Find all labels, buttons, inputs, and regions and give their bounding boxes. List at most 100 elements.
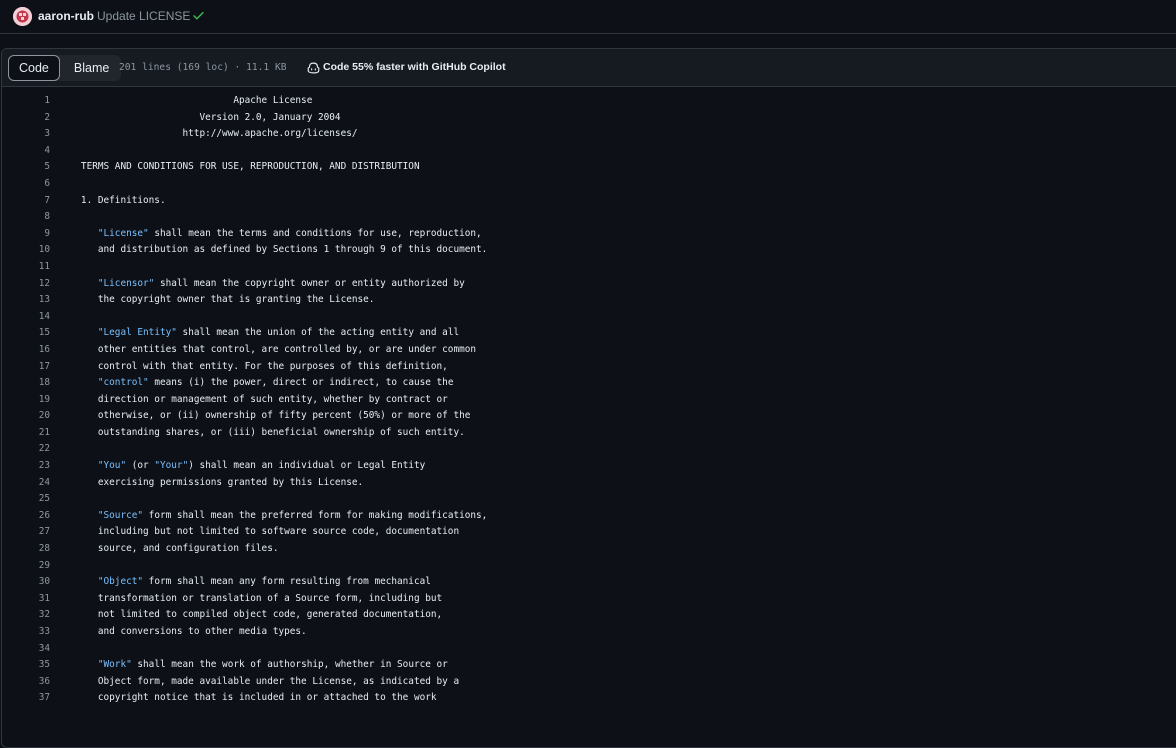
code-line: 33 and conversions to other media types. <box>2 624 1176 641</box>
code-line: 6 <box>2 176 1176 193</box>
line-text: "Work" shall mean the work of authorship… <box>97 659 448 671</box>
line-number[interactable]: 15 <box>2 325 50 342</box>
line-number[interactable]: 20 <box>2 408 50 425</box>
code-line: 20 otherwise, or (ii) ownership of fifty… <box>2 408 1176 425</box>
line-text: other entities that control, are control… <box>64 343 477 355</box>
line-text: Object form, made available under the Li… <box>64 675 460 687</box>
line-number[interactable]: 35 <box>2 657 50 674</box>
line-number[interactable]: 36 <box>2 674 50 691</box>
line-number[interactable]: 14 <box>2 309 50 326</box>
line-text: source, and configuration files. <box>64 543 279 555</box>
line-number[interactable]: 1 <box>2 93 50 110</box>
code-line: 30 "Object" form shall mean any form res… <box>2 574 1176 591</box>
code-line: 11 <box>2 259 1176 276</box>
code-line: 27 including but not limited to software… <box>2 524 1176 541</box>
quoted-term: "Licensor" <box>97 277 155 289</box>
code-line: 35 "Work" shall mean the work of authors… <box>2 657 1176 674</box>
line-number[interactable]: 28 <box>2 541 50 558</box>
code-line: 7 1. Definitions. <box>2 193 1176 210</box>
line-number[interactable]: 8 <box>2 209 50 226</box>
line-number[interactable]: 19 <box>2 392 50 409</box>
code-line: 28 source, and configuration files. <box>2 541 1176 558</box>
code-line: 12 "Licensor" shall mean the copyright o… <box>2 276 1176 293</box>
code-line: 4 <box>2 143 1176 160</box>
code-line: 5 TERMS AND CONDITIONS FOR USE, REPRODUC… <box>2 159 1176 176</box>
quoted-term: "control" <box>97 377 149 389</box>
line-number[interactable]: 25 <box>2 491 50 508</box>
code-line: 2 Version 2.0, January 2004 <box>2 110 1176 127</box>
code-line: 10 and distribution as defined by Sectio… <box>2 242 1176 259</box>
copilot-promo-text: Code 55% faster with GitHub Copilot <box>323 61 506 73</box>
commit-author-link[interactable]: aaron-rub <box>38 9 94 23</box>
line-number[interactable]: 17 <box>2 359 50 376</box>
line-text: TERMS AND CONDITIONS FOR USE, REPRODUCTI… <box>64 161 420 173</box>
author-avatar[interactable] <box>13 7 32 26</box>
code-line: 15 "Legal Entity" shall mean the union o… <box>2 325 1176 342</box>
code-line: 21 outstanding shares, or (iii) benefici… <box>2 425 1176 442</box>
line-number[interactable]: 11 <box>2 259 50 276</box>
line-number[interactable]: 24 <box>2 475 50 492</box>
line-number[interactable]: 18 <box>2 375 50 392</box>
view-mode-toggle: Code Blame <box>8 55 122 81</box>
line-text: "Licensor" shall mean the copyright owne… <box>97 277 465 289</box>
code-line: 34 <box>2 641 1176 658</box>
line-number[interactable]: 33 <box>2 624 50 641</box>
line-number[interactable]: 10 <box>2 242 50 259</box>
line-text: "Legal Entity" shall mean the union of t… <box>97 327 460 339</box>
code-listing: 1 Apache License 2 Version 2.0, January 2… <box>2 87 1176 707</box>
line-number[interactable]: 27 <box>2 524 50 541</box>
line-number[interactable]: 2 <box>2 110 50 127</box>
line-text: "You" (or "Your") shall mean an individu… <box>97 460 426 472</box>
line-number[interactable]: 22 <box>2 441 50 458</box>
line-number[interactable]: 21 <box>2 425 50 442</box>
line-number[interactable]: 7 <box>2 193 50 210</box>
copilot-icon <box>307 61 320 74</box>
line-number[interactable]: 13 <box>2 292 50 309</box>
line-number[interactable]: 29 <box>2 558 50 575</box>
copilot-promo-link[interactable]: Code 55% faster with GitHub Copilot <box>307 61 506 74</box>
code-tab[interactable]: Code <box>8 55 60 81</box>
code-line: 9 "License" shall mean the terms and con… <box>2 226 1176 243</box>
line-number[interactable]: 5 <box>2 159 50 176</box>
code-line: 1 Apache License <box>2 93 1176 110</box>
quoted-term: "Object" <box>97 576 144 588</box>
code-line: 32 not limited to compiled object code, … <box>2 607 1176 624</box>
code-line: 25 <box>2 491 1176 508</box>
line-number[interactable]: 4 <box>2 143 50 160</box>
latest-commit-bar: aaron-rub Update LICENSE <box>0 0 1176 34</box>
code-line: 16 other entities that control, are cont… <box>2 342 1176 359</box>
code-line: 31 transformation or translation of a So… <box>2 591 1176 608</box>
code-line: 3 http://www.apache.org/licenses/ <box>2 126 1176 143</box>
line-number[interactable]: 34 <box>2 641 50 658</box>
line-number[interactable]: 32 <box>2 607 50 624</box>
check-icon[interactable] <box>192 9 205 22</box>
code-line: 8 <box>2 209 1176 226</box>
commit-message-link[interactable]: Update LICENSE <box>97 9 190 23</box>
line-number[interactable]: 26 <box>2 508 50 525</box>
line-number[interactable]: 12 <box>2 276 50 293</box>
line-text: and conversions to other media types. <box>64 626 307 637</box>
line-number[interactable]: 31 <box>2 591 50 608</box>
line-text: not limited to compiled object code, gen… <box>64 609 443 621</box>
line-text: "License" shall mean the terms and condi… <box>97 227 482 239</box>
file-viewer: Code Blame 201 lines (169 loc) · 11.1 KB… <box>1 48 1176 748</box>
line-number[interactable]: 23 <box>2 458 50 475</box>
quoted-term: "Your" <box>154 460 189 472</box>
quoted-term: "Work" <box>97 659 132 671</box>
line-number[interactable]: 16 <box>2 342 50 359</box>
line-number[interactable]: 9 <box>2 226 50 243</box>
line-text: "control" means (i) the power, direct or… <box>97 377 454 389</box>
line-number[interactable]: 6 <box>2 176 50 193</box>
code-line: 36 Object form, made available under the… <box>2 674 1176 691</box>
line-text: transformation or translation of a Sourc… <box>64 592 443 604</box>
line-text: Apache License <box>64 95 313 106</box>
line-number[interactable]: 30 <box>2 574 50 591</box>
line-number[interactable]: 3 <box>2 126 50 143</box>
line-text: control with that entity. For the purpos… <box>64 360 448 372</box>
line-number[interactable]: 37 <box>2 690 50 707</box>
code-line: 23 "You" (or "Your") shall mean an indiv… <box>2 458 1176 475</box>
line-text: exercising permissions granted by this L… <box>64 476 364 488</box>
blame-tab[interactable]: Blame <box>60 55 121 81</box>
line-text: direction or management of such entity, … <box>64 393 448 405</box>
code-line: 37 copyright notice that is included in … <box>2 690 1176 707</box>
